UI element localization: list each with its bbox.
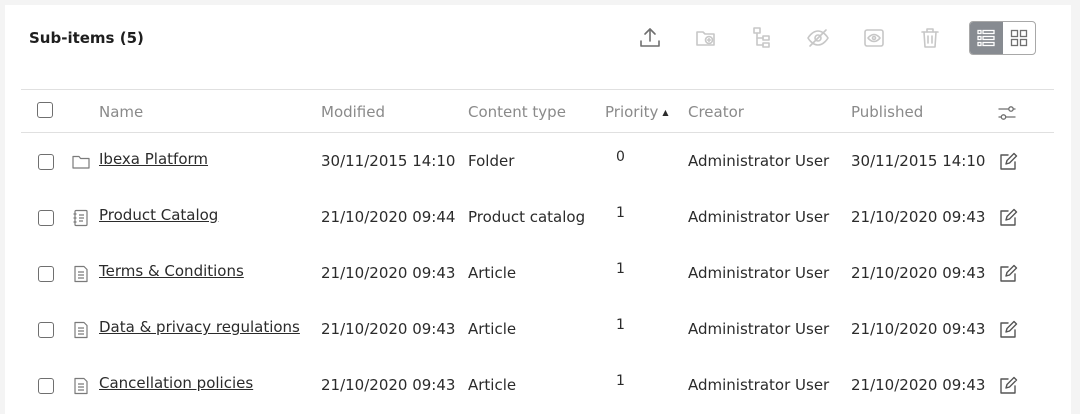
table-body: Ibexa Platform 30/11/2015 14:10 Folder 0 Adm… bbox=[21, 133, 1054, 413]
item-priority[interactable]: 0 bbox=[616, 149, 625, 165]
trash-icon bbox=[921, 28, 939, 48]
sub-items-header: Sub-items (5) bbox=[5, 5, 1071, 89]
item-name-link[interactable]: Data & privacy regulations bbox=[99, 318, 300, 336]
item-creator: Administrator User bbox=[688, 264, 830, 282]
row-checkbox[interactable] bbox=[38, 154, 54, 170]
item-content-type: Article bbox=[468, 264, 517, 282]
grid-view-icon bbox=[1010, 29, 1027, 47]
column-header-published[interactable]: Published bbox=[851, 103, 923, 121]
item-name-link[interactable]: Terms & Conditions bbox=[99, 262, 244, 280]
hide-button[interactable] bbox=[803, 23, 833, 53]
row-checkbox[interactable] bbox=[38, 322, 54, 338]
item-published: 30/11/2015 14:10 bbox=[851, 152, 986, 170]
column-header-priority[interactable]: Priority ▲ bbox=[605, 103, 669, 121]
view-switcher bbox=[969, 21, 1036, 55]
priority-header-label: Priority bbox=[605, 103, 659, 121]
row-checkbox[interactable] bbox=[38, 378, 54, 394]
grid-view-button[interactable] bbox=[1003, 22, 1036, 54]
item-published: 21/10/2020 09:43 bbox=[851, 376, 986, 394]
article-icon bbox=[74, 321, 88, 339]
table-row: Product Catalog 21/10/2020 09:44 Product c… bbox=[21, 189, 1054, 245]
item-modified: 21/10/2020 09:43 bbox=[321, 320, 456, 338]
item-priority[interactable]: 1 bbox=[616, 373, 625, 389]
copy-subtree-icon bbox=[753, 27, 770, 48]
item-modified: 21/10/2020 09:43 bbox=[321, 264, 456, 282]
edit-icon[interactable] bbox=[998, 320, 1018, 340]
item-creator: Administrator User bbox=[688, 208, 830, 226]
copy-subtree-button[interactable] bbox=[747, 23, 777, 53]
item-content-type: Product catalog bbox=[468, 208, 586, 226]
item-published: 21/10/2020 09:43 bbox=[851, 320, 986, 338]
column-header-modified[interactable]: Modified bbox=[321, 103, 385, 121]
item-content-type: Article bbox=[468, 376, 517, 394]
table-row: Data & privacy regulations 21/10/2020 09:… bbox=[21, 301, 1054, 357]
table-row: Cancellation policies 21/10/2020 09:43 Art… bbox=[21, 357, 1054, 413]
row-checkbox[interactable] bbox=[38, 210, 54, 226]
item-modified: 21/10/2020 09:43 bbox=[321, 376, 456, 394]
sub-items-table: Name Modified Content type Priority ▲ Cre… bbox=[21, 89, 1054, 413]
reveal-button[interactable] bbox=[859, 23, 889, 53]
edit-icon[interactable] bbox=[998, 208, 1018, 228]
delete-button[interactable] bbox=[915, 23, 945, 53]
item-priority[interactable]: 1 bbox=[616, 317, 625, 333]
item-creator: Administrator User bbox=[688, 152, 830, 170]
hide-icon bbox=[807, 29, 829, 47]
edit-icon[interactable] bbox=[998, 376, 1018, 396]
item-content-type: Article bbox=[468, 320, 517, 338]
item-published: 21/10/2020 09:43 bbox=[851, 208, 986, 226]
column-header-creator[interactable]: Creator bbox=[688, 103, 744, 121]
edit-icon[interactable] bbox=[998, 152, 1018, 172]
upload-icon bbox=[640, 28, 660, 47]
sort-ascending-icon: ▲ bbox=[662, 108, 669, 117]
table-header: Name Modified Content type Priority ▲ Cre… bbox=[21, 89, 1054, 133]
item-name-link[interactable]: Product Catalog bbox=[99, 206, 218, 224]
folder-icon bbox=[72, 155, 90, 169]
item-priority[interactable]: 1 bbox=[616, 205, 625, 221]
edit-icon[interactable] bbox=[998, 264, 1018, 284]
item-published: 21/10/2020 09:43 bbox=[851, 264, 986, 282]
item-name-link[interactable]: Ibexa Platform bbox=[99, 150, 208, 168]
column-header-name[interactable]: Name bbox=[99, 103, 143, 121]
move-button[interactable] bbox=[691, 23, 721, 53]
select-all-checkbox[interactable] bbox=[37, 102, 53, 118]
reveal-icon bbox=[864, 29, 884, 47]
item-content-type: Folder bbox=[468, 152, 515, 170]
list-view-button[interactable] bbox=[970, 22, 1003, 54]
item-name-link[interactable]: Cancellation policies bbox=[99, 374, 253, 392]
item-creator: Administrator User bbox=[688, 320, 830, 338]
table-row: Ibexa Platform 30/11/2015 14:10 Folder 0 Adm… bbox=[21, 133, 1054, 189]
item-modified: 30/11/2015 14:10 bbox=[321, 152, 456, 170]
article-icon bbox=[74, 377, 88, 395]
item-modified: 21/10/2020 09:44 bbox=[321, 208, 456, 226]
item-priority[interactable]: 1 bbox=[616, 261, 625, 277]
sub-items-panel: Sub-items (5) Name Modified Content type… bbox=[5, 5, 1071, 414]
item-creator: Administrator User bbox=[688, 376, 830, 394]
upload-button[interactable] bbox=[635, 23, 665, 53]
article-icon bbox=[74, 265, 88, 283]
column-settings-icon[interactable] bbox=[997, 103, 1017, 123]
sub-items-title: Sub-items (5) bbox=[29, 29, 144, 47]
product-catalog-icon bbox=[73, 209, 88, 227]
list-view-icon bbox=[977, 29, 995, 47]
move-to-folder-icon bbox=[696, 31, 715, 46]
column-header-content-type[interactable]: Content type bbox=[468, 103, 566, 121]
table-row: Terms & Conditions 21/10/2020 09:43 Articl… bbox=[21, 245, 1054, 301]
row-checkbox[interactable] bbox=[38, 266, 54, 282]
